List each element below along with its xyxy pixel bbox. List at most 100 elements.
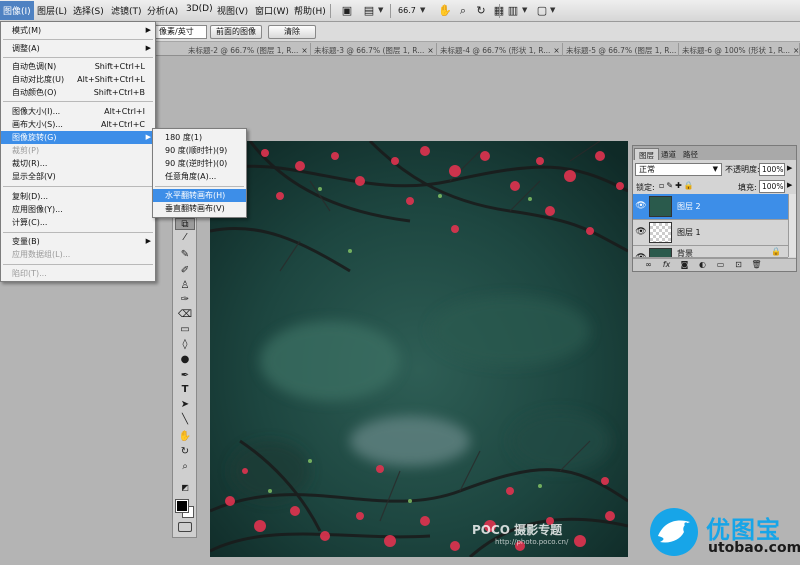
history-brush-tool-icon[interactable]: ✑ — [175, 294, 195, 306]
chevron-right-icon[interactable]: ▶ — [787, 164, 792, 172]
menu-item-mode[interactable]: 模式(M) ▶ — [1, 24, 155, 37]
lock-label: 锁定: — [636, 183, 655, 192]
menu-item-apply-image[interactable]: 应用图像(Y)... — [1, 203, 155, 216]
screen-mode-icon[interactable]: ▢ — [534, 3, 550, 19]
doc-tab-2[interactable]: 未标题-2 @ 66.7% (图层 1, R... × — [185, 43, 311, 56]
hand-icon[interactable]: ✋ — [437, 3, 453, 19]
layer-row-1[interactable]: 👁 图层 1 — [633, 220, 788, 246]
doc-tab-6[interactable]: 未标题-6 @ 100% (形状 1, R... × — [679, 43, 800, 56]
pen-tool-icon[interactable]: ✒ — [175, 370, 195, 382]
menu-item-duplicate[interactable]: 复制(D)... — [1, 190, 155, 203]
layers-scrollbar[interactable] — [788, 194, 796, 257]
gradient-tool-icon[interactable]: ▭ — [175, 324, 195, 336]
menu-window[interactable]: 窗口(W) — [255, 4, 289, 17]
blend-mode-select[interactable]: 正常 ▼ — [635, 163, 722, 176]
menu-item-flip-vertical[interactable]: 垂直翻转画布(V) — [153, 202, 246, 215]
menu-item-rotate-90-cw[interactable]: 90 度(顺时针)(9) — [153, 144, 246, 157]
close-icon[interactable]: × — [301, 46, 307, 55]
clear-button[interactable]: 清除 — [268, 25, 316, 39]
crop-tool-icon[interactable]: ⧉ — [175, 218, 195, 230]
layer-style-icon[interactable]: fx — [661, 260, 672, 270]
zoom-icon[interactable]: ⌕ — [455, 3, 471, 19]
opacity-input[interactable]: 100% — [759, 163, 785, 176]
menu-separator — [3, 186, 153, 187]
link-layers-icon[interactable]: ∞ — [643, 260, 654, 270]
doc-tab-4[interactable]: 未标题-4 @ 66.7% (形状 1, R... × — [437, 43, 563, 56]
menu-item-auto-contrast[interactable]: 自动对比度(U) Alt+Shift+Ctrl+L — [1, 73, 155, 86]
lock-options-icons[interactable]: ▫✎✚🔒 — [659, 181, 696, 190]
menu-filter[interactable]: 滤镜(T) — [111, 4, 142, 17]
menu-item-adjustments[interactable]: 调整(A) ▶ — [1, 42, 155, 55]
line-tool-icon[interactable]: ╲ — [175, 414, 195, 426]
zoom-level[interactable]: 66.7 — [398, 6, 416, 15]
menu-item-image-size[interactable]: 图像大小(I)... Alt+Ctrl+I — [1, 105, 155, 118]
group-folder-icon[interactable]: ▭ — [715, 260, 726, 270]
menu-item-auto-tone[interactable]: 自动色调(N) Shift+Ctrl+L — [1, 60, 155, 73]
delete-layer-icon[interactable]: 🗑 — [751, 260, 762, 270]
tab-paths[interactable]: 路径 — [679, 148, 702, 160]
menu-item-arbitrary-rotation[interactable]: 任意角度(A)... — [153, 170, 246, 183]
tab-channels[interactable]: 通道 — [657, 148, 680, 160]
menu-analysis[interactable]: 分析(A) — [147, 4, 178, 17]
chevron-down-icon[interactable]: ▼ — [378, 6, 383, 14]
menu-item-auto-color[interactable]: 自动颜色(O) Shift+Ctrl+B — [1, 86, 155, 99]
menu-select[interactable]: 选择(S) — [73, 4, 104, 17]
new-layer-icon[interactable]: ⊡ — [733, 260, 744, 270]
eraser-tool-icon[interactable]: ⌫ — [175, 309, 195, 321]
chevron-down-icon[interactable]: ▼ — [522, 6, 527, 14]
adjustment-layer-icon[interactable]: ◐ — [697, 260, 708, 270]
document-canvas[interactable] — [210, 141, 628, 557]
chevron-down-icon[interactable]: ▼ — [420, 6, 425, 14]
brush-tool-icon[interactable]: ✐ — [175, 265, 195, 277]
menu-item-rotate-90-ccw[interactable]: 90 度(逆时针)(0) — [153, 157, 246, 170]
menu-item-calculations[interactable]: 计算(C)... — [1, 216, 155, 229]
menu-help[interactable]: 帮助(H) — [294, 4, 326, 17]
menu-item-image-rotation[interactable]: 图像旋转(G) ▶ — [1, 131, 155, 144]
default-colors-icon[interactable]: ◩ — [175, 482, 195, 494]
quick-mask-icon[interactable] — [178, 522, 192, 532]
menu-3d[interactable]: 3D(D) — [186, 4, 213, 14]
rotate-view-icon[interactable]: ↻ — [473, 3, 489, 19]
blur-tool-icon[interactable]: ◊ — [175, 339, 195, 351]
front-image-button[interactable]: 前面的图像 — [210, 25, 262, 39]
clone-stamp-tool-icon[interactable]: ♙ — [175, 280, 195, 292]
menu-item-reveal-all[interactable]: 显示全部(V) — [1, 170, 155, 183]
menu-item-flip-horizontal[interactable]: 水平翻转画布(H) — [153, 189, 246, 202]
bridge-icon[interactable]: ▣ — [339, 3, 355, 19]
eye-icon[interactable]: 👁 — [635, 226, 647, 238]
hand-tool-icon[interactable]: ✋ — [175, 431, 195, 443]
zoom-tool-icon[interactable]: ⌕ — [175, 461, 195, 473]
type-tool-icon[interactable]: T — [175, 384, 195, 396]
doc-tab-3[interactable]: 未标题-3 @ 66.7% (图层 1, R... × — [311, 43, 437, 56]
menu-item-trim[interactable]: 裁切(R)... — [1, 157, 155, 170]
close-icon[interactable]: × — [553, 46, 559, 55]
menu-view[interactable]: 视图(V) — [217, 4, 248, 17]
doc-tab-5[interactable]: 未标题-5 @ 66.7% (图层 1, R...× — [563, 43, 679, 56]
eye-icon[interactable]: 👁 — [635, 200, 647, 212]
menu-item-variables[interactable]: 变量(B) ▶ — [1, 235, 155, 248]
close-icon[interactable]: × — [793, 46, 799, 55]
arrange-documents-icon[interactable]: ▥ — [505, 3, 521, 19]
chevron-down-icon[interactable]: ▼ — [550, 6, 555, 14]
fill-input[interactable]: 100% — [759, 180, 785, 193]
foreground-color-swatch[interactable] — [175, 499, 189, 513]
dodge-tool-icon[interactable]: ● — [175, 354, 195, 366]
chevron-right-icon[interactable]: ▶ — [787, 181, 792, 189]
menu-layer[interactable]: 图层(L) — [37, 4, 67, 17]
rotate-view-tool-icon[interactable]: ↻ — [175, 446, 195, 458]
menu-item-label: 计算(C)... — [12, 218, 48, 227]
healing-brush-tool-icon[interactable]: ✎ — [175, 249, 195, 261]
close-icon[interactable]: × — [427, 46, 433, 55]
tab-layers[interactable]: 图层 — [634, 148, 659, 160]
eyedropper-tool-icon[interactable]: ⁄ — [175, 232, 195, 244]
menu-item-rotate-180[interactable]: 180 度(1) — [153, 131, 246, 144]
view-extras-icon[interactable]: ▤ — [361, 3, 377, 19]
path-selection-tool-icon[interactable]: ➤ — [175, 399, 195, 411]
menu-image[interactable]: 图像(I) — [0, 1, 34, 20]
layer-mask-icon[interactable]: ◙ — [679, 260, 690, 270]
layer-thumbnail — [649, 222, 672, 243]
resolution-unit-select[interactable]: 像素/英寸 — [155, 25, 207, 39]
layer-row-background[interactable]: 👁 背景 🔒 — [633, 246, 788, 258]
layer-row-2[interactable]: 👁 图层 2 — [633, 194, 788, 220]
menu-item-canvas-size[interactable]: 画布大小(S)... Alt+Ctrl+C — [1, 118, 155, 131]
